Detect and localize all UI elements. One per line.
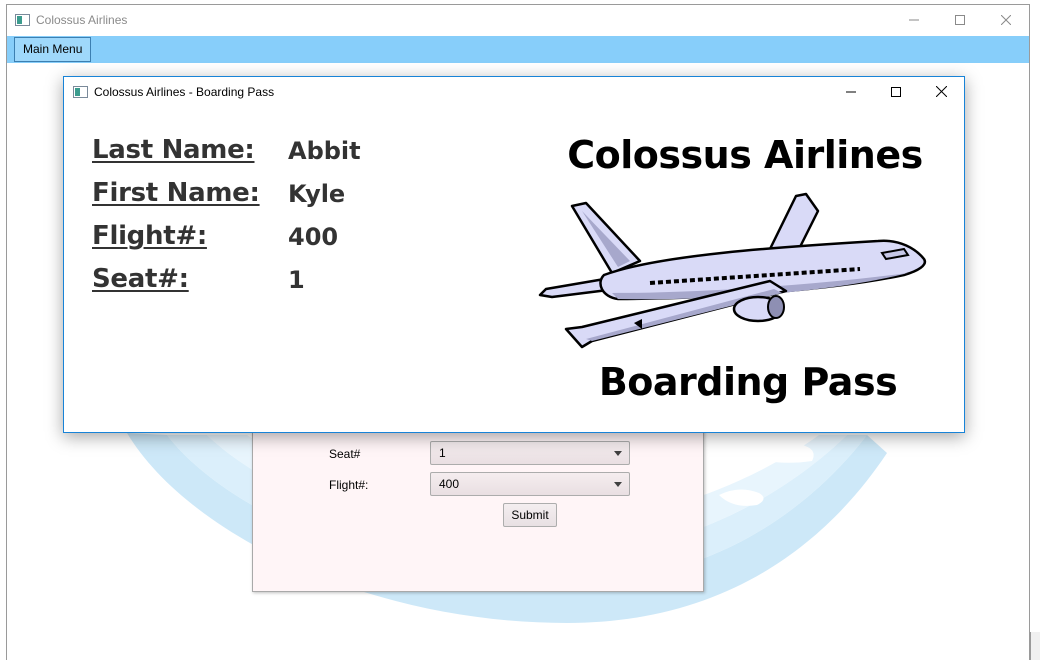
flight-number-value: 400 bbox=[288, 223, 339, 251]
flight-form-panel: Seat# 1 Flight#: 400 Submit bbox=[252, 420, 704, 592]
main-titlebar[interactable]: Colossus Airlines bbox=[7, 5, 1029, 36]
airline-brand-title: Colossus Airlines bbox=[567, 133, 923, 177]
last-name-value: Abbit bbox=[288, 137, 361, 165]
flight-label: Flight#: bbox=[329, 478, 369, 492]
seat-number-label: Seat#: bbox=[92, 264, 189, 294]
dialog-titlebar[interactable]: Colossus Airlines - Boarding Pass bbox=[64, 77, 964, 107]
maximize-icon[interactable] bbox=[873, 77, 919, 106]
close-icon[interactable] bbox=[983, 5, 1029, 35]
menu-bar: Main Menu bbox=[7, 36, 1029, 63]
main-window-title: Colossus Airlines bbox=[36, 13, 128, 27]
dialog-title: Colossus Airlines - Boarding Pass bbox=[94, 85, 275, 99]
main-menu-button[interactable]: Main Menu bbox=[14, 37, 92, 62]
seat-label: Seat# bbox=[329, 447, 361, 461]
close-icon[interactable] bbox=[918, 77, 964, 106]
seat-select-value: 1 bbox=[439, 446, 446, 460]
submit-button[interactable]: Submit bbox=[503, 503, 557, 527]
flight-select[interactable]: 400 bbox=[430, 472, 630, 496]
minimize-icon[interactable] bbox=[828, 77, 874, 106]
first-name-value: Kyle bbox=[288, 180, 346, 208]
first-name-label: First Name: bbox=[92, 178, 260, 208]
seat-number-value: 1 bbox=[288, 266, 305, 294]
seat-select[interactable]: 1 bbox=[430, 441, 630, 465]
flight-number-label: Flight#: bbox=[92, 221, 207, 251]
airplane-illustration bbox=[538, 192, 927, 349]
minimize-icon[interactable] bbox=[891, 5, 937, 35]
app-icon bbox=[73, 86, 88, 98]
maximize-icon[interactable] bbox=[937, 5, 983, 35]
app-icon bbox=[15, 14, 30, 26]
chevron-down-icon bbox=[614, 451, 622, 456]
last-name-label: Last Name: bbox=[92, 135, 255, 165]
boarding-pass-title: Boarding Pass bbox=[598, 360, 898, 404]
flight-select-value: 400 bbox=[439, 477, 460, 491]
boarding-pass-dialog: Colossus Airlines - Boarding Pass Last N… bbox=[63, 76, 965, 433]
chevron-down-icon bbox=[614, 482, 622, 487]
window-scrollbar[interactable] bbox=[1030, 632, 1040, 660]
